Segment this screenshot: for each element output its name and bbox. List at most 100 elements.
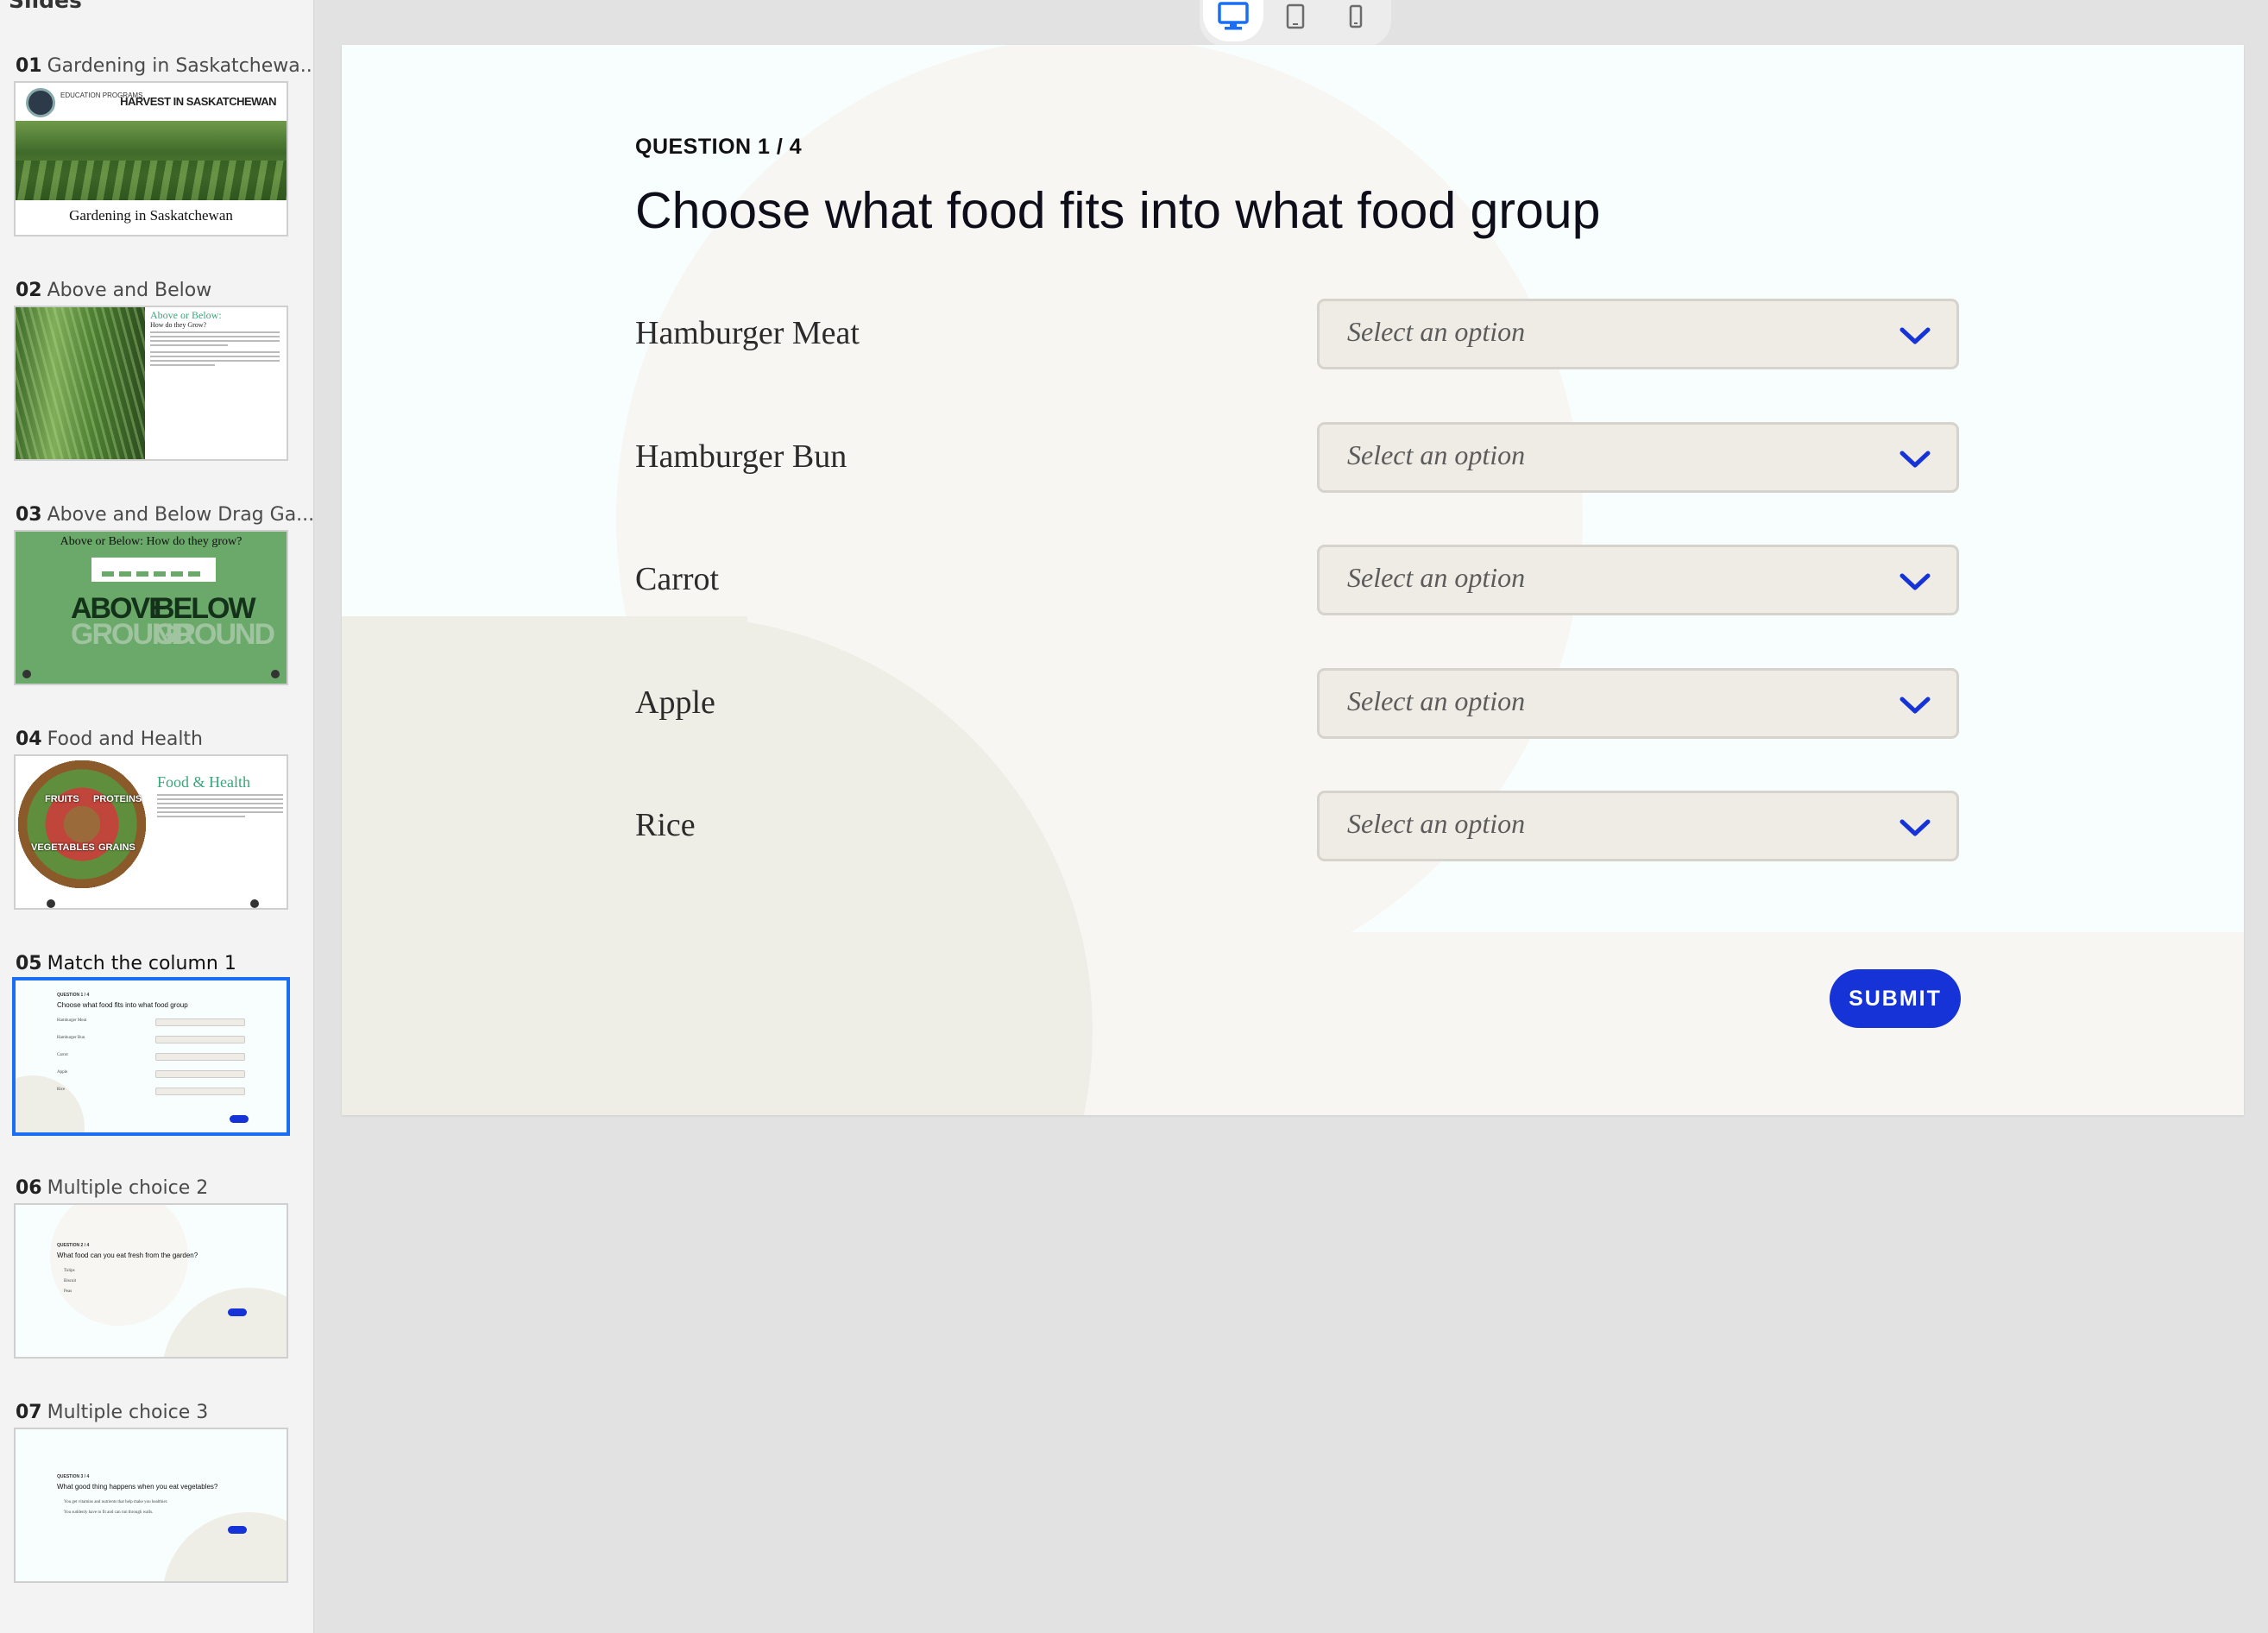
dropdown-placeholder: Select an option: [1347, 808, 1526, 839]
question-counter: QUESTION 1 / 4: [635, 135, 803, 159]
match-item-label: Carrot: [635, 561, 720, 597]
food-plate-image: [17, 760, 147, 889]
device-preview-toggle: [1200, 0, 1391, 47]
match-item-label: Apple: [635, 684, 715, 721]
slide-label: 07 Multiple choice 3: [16, 1402, 208, 1423]
slide-title: Multiple choice 3: [47, 1402, 209, 1423]
garden-photo: [16, 121, 287, 200]
tablet-icon: [1286, 3, 1305, 29]
slide-title: Match the column 1: [47, 953, 236, 974]
desktop-icon: [1218, 2, 1249, 30]
slide-thumbnail[interactable]: Above or Below: How do they grow? ABOVE …: [14, 530, 288, 685]
thumb-text: Above or Below: How do they grow?: [60, 535, 243, 548]
slide-label: 01 Gardening in Saskatchewa...: [16, 55, 314, 77]
slide-thumbnail[interactable]: QUESTION 2 / 4 What food can you eat fre…: [14, 1203, 288, 1359]
slide-number: 02: [16, 280, 42, 301]
thumb-text: FRUITS: [45, 794, 79, 804]
match-row: Apple Select an option: [635, 668, 1959, 739]
food-group-dropdown[interactable]: Select an option: [1317, 668, 1959, 739]
mobile-view-button[interactable]: [1326, 0, 1386, 41]
slide-label: 03 Above and Below Drag Ga...: [16, 504, 314, 526]
food-group-dropdown[interactable]: Select an option: [1317, 422, 1959, 493]
desktop-view-button[interactable]: [1203, 0, 1263, 41]
slide-title: Above and Below: [47, 280, 212, 301]
thumb-text: VEGETABLES: [31, 842, 95, 853]
food-group-dropdown[interactable]: Select an option: [1317, 545, 1959, 615]
chevron-down-icon: [1899, 819, 1931, 836]
slide-title: Above and Below Drag Ga...: [47, 504, 314, 526]
slide-thumbnail[interactable]: QUESTION 3 / 4 What good thing happens w…: [14, 1428, 288, 1583]
slide-title: Food and Health: [47, 728, 203, 750]
match-item-label: Rice: [635, 807, 696, 843]
thumb-text: Tulips: [64, 1269, 75, 1273]
slide-number: 03: [16, 504, 42, 526]
tablet-view-button[interactable]: [1265, 0, 1326, 41]
thumb-text: Food & Health: [157, 773, 250, 791]
slide-title: Gardening in Saskatchewa...: [47, 55, 314, 77]
match-row: Rice Select an option: [635, 791, 1959, 861]
museum-logo-icon: [26, 88, 55, 117]
thumb-text: You suddenly have to fit and can run thr…: [64, 1510, 154, 1515]
chevron-down-icon: [1899, 327, 1931, 344]
slide-label: 02 Above and Below: [16, 280, 211, 301]
question-title: Choose what food fits into what food gro…: [635, 182, 1601, 239]
slide-number: 01: [16, 55, 42, 77]
dropdown-placeholder: Select an option: [1347, 439, 1526, 470]
drag-items-box: [91, 558, 216, 582]
slide-number: 07: [16, 1402, 42, 1423]
thumb-text: You get vitamins and nutrients that help…: [64, 1500, 168, 1504]
chevron-down-icon: [1899, 697, 1931, 714]
chevron-down-icon: [1899, 573, 1931, 590]
thumb-text: Choose what food fits into what food gro…: [57, 1001, 188, 1009]
submit-button[interactable]: SUBMIT: [1830, 969, 1961, 1028]
thumb-text: Apple: [57, 1070, 68, 1075]
slide-thumbnail[interactable]: FRUITS PROTEINS VEGETABLES GRAINS Food &…: [14, 754, 288, 910]
slide-label: 04 Food and Health: [16, 728, 203, 750]
slide-canvas: QUESTION 1 / 4 Choose what food fits int…: [342, 45, 2244, 1115]
mobile-icon: [1349, 4, 1363, 28]
slide-title: Multiple choice 2: [47, 1177, 209, 1199]
chevron-down-icon: [1899, 451, 1931, 468]
thumb-text: Rice: [57, 1088, 66, 1092]
food-group-dropdown[interactable]: Select an option: [1317, 299, 1959, 369]
thumb-text: What good thing happens when you eat veg…: [57, 1483, 218, 1491]
slide-number: 04: [16, 728, 42, 750]
thumb-text: GRAINS: [98, 842, 135, 853]
background-shape: [342, 932, 2244, 1115]
dropdown-placeholder: Select an option: [1347, 562, 1526, 593]
slide-thumbnail[interactable]: Above or Below: How do they Grow?: [14, 306, 288, 461]
match-row: Hamburger Meat Select an option: [635, 299, 1959, 369]
thumb-text: Gardening in Saskatchewan: [69, 207, 233, 224]
thumb-text: QUESTION 1 / 4: [57, 993, 90, 998]
thumb-text: HARVEST IN SASKATCHEWAN: [120, 95, 276, 108]
food-group-dropdown[interactable]: Select an option: [1317, 791, 1959, 861]
thumb-text: Hamburger Bun: [57, 1036, 85, 1040]
slides-panel-title: Slides: [9, 0, 82, 13]
thumb-text: QUESTION 3 / 4: [57, 1474, 90, 1479]
thumb-text: Hamburger Meat: [57, 1018, 87, 1023]
match-item-label: Hamburger Meat: [635, 315, 860, 351]
thumb-text: GROUND: [154, 618, 275, 651]
slide-thumbnail-selected[interactable]: QUESTION 1 / 4 Choose what food fits int…: [12, 977, 290, 1136]
match-row: Carrot Select an option: [635, 545, 1959, 615]
thumb-text: Above or Below:: [150, 309, 222, 321]
thumb-text: Biscuit: [64, 1279, 77, 1283]
thumb-text: QUESTION 2 / 4: [57, 1243, 90, 1248]
thumb-text: PROTEINS: [93, 794, 142, 804]
thumb-text: Peas: [64, 1289, 72, 1294]
thumb-paragraph: [157, 794, 283, 820]
slides-panel: Slides 01 Gardening in Saskatchewa... EDU…: [0, 0, 314, 1633]
slide-thumbnail[interactable]: EDUCATION PROGRAMS HARVEST IN SASKATCHEW…: [14, 81, 288, 236]
thumb-text: What food can you eat fresh from the gar…: [57, 1252, 198, 1259]
thumb-text: Carrot: [57, 1053, 68, 1057]
dropdown-placeholder: Select an option: [1347, 685, 1526, 716]
slide-label: 05 Match the column 1: [16, 953, 236, 974]
slide-number: 05: [16, 953, 42, 974]
thumb-paragraph: [150, 331, 280, 369]
match-row: Hamburger Bun Select an option: [635, 422, 1959, 493]
slide-number: 06: [16, 1177, 42, 1199]
match-item-label: Hamburger Bun: [635, 438, 847, 475]
thumb-text: How do they Grow?: [150, 321, 207, 329]
dropdown-placeholder: Select an option: [1347, 316, 1526, 347]
corn-field-photo: [16, 307, 145, 459]
